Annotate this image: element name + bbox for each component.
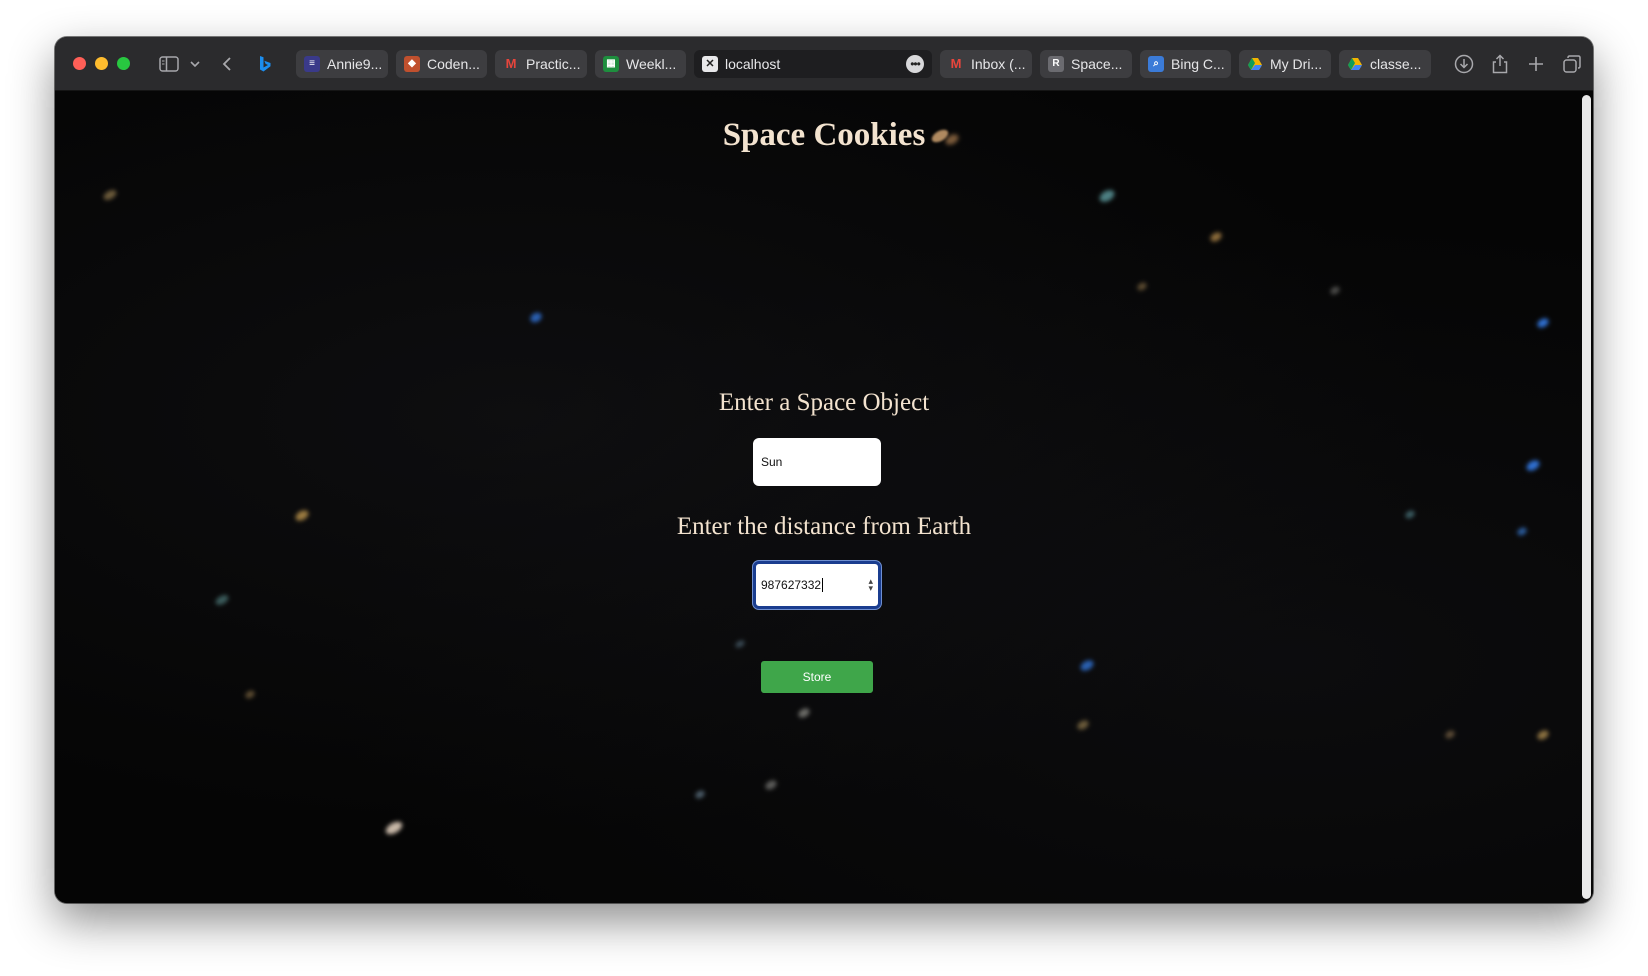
tab-practice[interactable]: M Practic... — [495, 49, 587, 78]
tab-label: Space... — [1071, 55, 1123, 72]
more-options-icon[interactable]: ••• — [906, 54, 924, 73]
sidebar-toggle-icon[interactable] — [156, 50, 182, 78]
tab-label: My Dri... — [1270, 55, 1323, 72]
space-object-input[interactable]: Sun — [753, 438, 881, 486]
space-object-label: Enter a Space Object — [718, 389, 930, 416]
distance-value: 987627332 — [761, 578, 822, 592]
bing-icon[interactable] — [256, 50, 274, 78]
tab-weekly[interactable]: ▦ Weekl... — [595, 49, 686, 78]
sheets-icon: ▦ — [603, 55, 619, 72]
tab-label: Coden... — [427, 55, 480, 72]
text-caret — [822, 578, 824, 592]
tab-classes[interactable]: classe... — [1339, 49, 1431, 78]
tab-bing-chat[interactable]: ⌕ Bing C... — [1140, 49, 1231, 78]
space-object-value: Sun — [761, 455, 783, 469]
browser-toolbar: ≡ Annie9... ◆ Coden... M Practic... ▦ We… — [55, 37, 1593, 91]
downloads-icon[interactable] — [1453, 50, 1475, 78]
tab-space[interactable]: R Space... — [1040, 49, 1132, 78]
tab-label: classe... — [1370, 55, 1422, 72]
tab-overview-icon[interactable] — [1561, 50, 1583, 78]
back-arrow-icon[interactable] — [220, 50, 234, 78]
share-icon[interactable] — [1489, 50, 1511, 78]
close-window-button[interactable] — [73, 57, 86, 70]
store-button[interactable]: Store — [761, 661, 873, 693]
zoom-window-button[interactable] — [117, 57, 130, 70]
replit-icon: R — [1048, 55, 1064, 72]
codenames-icon: ◆ — [404, 55, 420, 72]
tab-strip: ≡ Annie9... ◆ Coden... M Practic... ▦ We… — [296, 49, 1439, 78]
gmail-icon: M — [950, 56, 962, 71]
distance-input[interactable]: 987627332 ▴ ▾ — [753, 561, 881, 609]
tab-inbox[interactable]: M Inbox (... — [940, 49, 1032, 78]
page-title: Space Cookies — [722, 117, 926, 153]
tab-codenames[interactable]: ◆ Coden... — [396, 49, 487, 78]
chevron-down-icon[interactable] — [188, 50, 202, 78]
tab-annie[interactable]: ≡ Annie9... — [296, 49, 388, 78]
minimize-window-button[interactable] — [95, 57, 108, 70]
gmail-icon: M — [505, 56, 517, 71]
tab-label: localhost — [725, 55, 781, 72]
number-stepper-icon[interactable]: ▴ ▾ — [868, 577, 873, 593]
tab-localhost[interactable]: ✕ localhost ••• — [694, 49, 932, 78]
drive-icon — [1247, 56, 1263, 72]
tab-label: Inbox (... — [971, 55, 1026, 72]
window-controls — [73, 57, 130, 70]
distance-label: Enter the distance from Earth — [676, 513, 972, 540]
bing-search-icon: ⌕ — [1148, 55, 1164, 72]
scrollbar[interactable] — [1582, 95, 1591, 899]
drive-icon — [1347, 56, 1363, 72]
tab-label: Bing C... — [1171, 55, 1225, 72]
tab-label: Practic... — [526, 55, 581, 72]
tab-label: Weekl... — [626, 55, 677, 72]
tab-my-drive[interactable]: My Dri... — [1239, 49, 1331, 78]
new-tab-icon[interactable] — [1525, 50, 1547, 78]
tab-label: Annie9... — [327, 55, 383, 72]
browser-window: ≡ Annie9... ◆ Coden... M Practic... ▦ We… — [55, 37, 1593, 903]
close-icon[interactable]: ✕ — [702, 55, 718, 72]
document-icon: ≡ — [304, 55, 320, 72]
page-content: Space Cookies Enter a Space Object Sun E… — [55, 91, 1593, 903]
